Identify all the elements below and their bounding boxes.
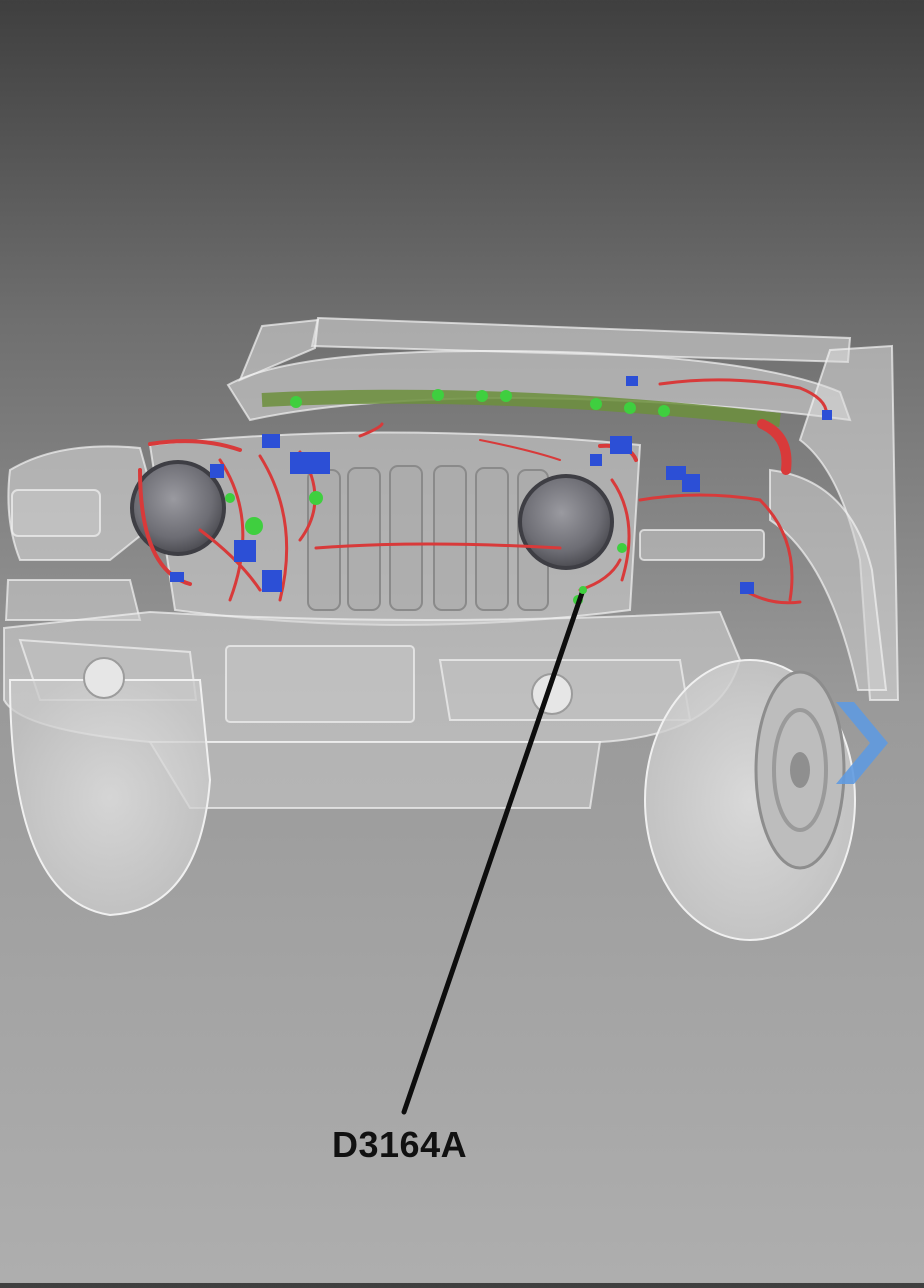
chevron-right-icon bbox=[836, 702, 888, 784]
right-headlamp bbox=[518, 474, 614, 570]
next-view-button[interactable] bbox=[832, 698, 892, 788]
connector-callout-label: D3164A bbox=[332, 1124, 468, 1165]
left-front-tire bbox=[8, 679, 212, 917]
vehicle-illustration bbox=[3, 316, 900, 1115]
callout-target-marker bbox=[579, 586, 587, 594]
right-front-tire bbox=[644, 659, 856, 941]
vehicle-diagram-viewer bbox=[0, 0, 924, 1283]
